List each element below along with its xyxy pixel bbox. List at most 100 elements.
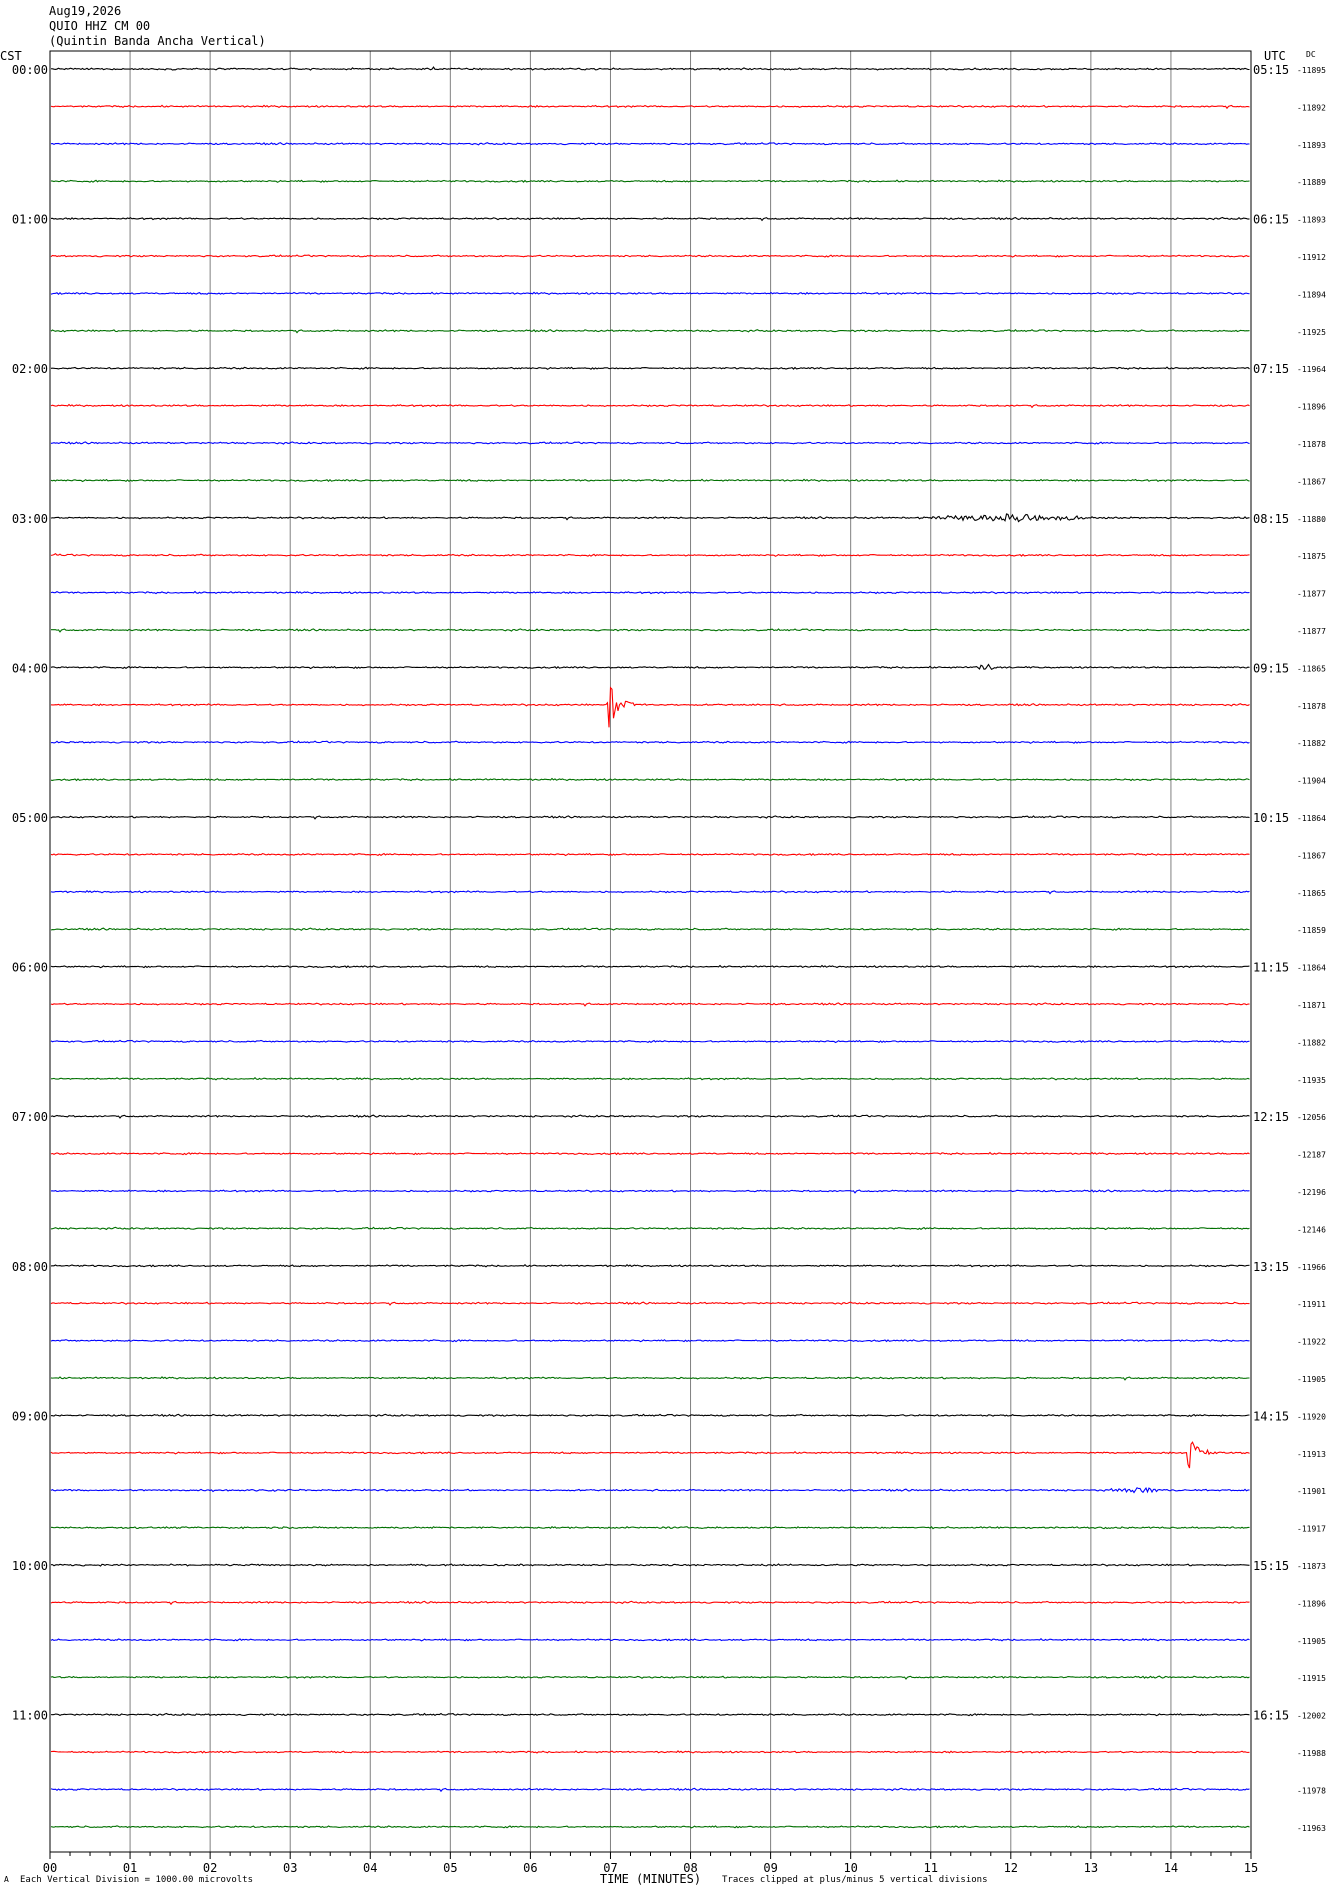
dc-value-label: -11871 [1297, 1001, 1326, 1010]
utc-hour-label: 11:15 [1253, 961, 1289, 975]
cst-hour-label: 06:00 [12, 961, 48, 975]
utc-hour-label: 16:15 [1253, 1709, 1289, 1723]
trace-line [50, 1226, 1250, 1231]
dc-value-label: -11889 [1297, 178, 1326, 187]
cst-hour-label: 02:00 [12, 362, 48, 376]
utc-hour-label: 10:15 [1253, 811, 1289, 825]
trace-line [50, 1525, 1250, 1530]
cst-hour-label: 10:00 [12, 1559, 48, 1573]
dc-value-label: -11964 [1297, 365, 1326, 374]
trace-line [50, 441, 1250, 445]
utc-hour-label: 05:15 [1253, 63, 1289, 77]
trace-line [50, 1189, 1250, 1194]
x-tick-label: 01 [123, 1861, 137, 1875]
trace-line [50, 179, 1250, 183]
trace-line [50, 1263, 1250, 1268]
trace-line [50, 889, 1250, 895]
cst-hour-label: 05:00 [12, 811, 48, 825]
x-tick-label: 06 [523, 1861, 537, 1875]
dc-value-label: -11920 [1297, 1412, 1326, 1421]
dc-value-label: -11882 [1297, 1038, 1326, 1047]
utc-hour-label: 15:15 [1253, 1559, 1289, 1573]
x-tick-label: 05 [443, 1861, 457, 1875]
x-tick-label: 12 [1004, 1861, 1018, 1875]
trace-line [50, 590, 1250, 595]
trace-line [50, 1441, 1250, 1469]
cst-axis-label: CST [0, 49, 22, 63]
dc-value-label: -11877 [1297, 627, 1326, 636]
dc-axis-label: DC [1306, 50, 1316, 59]
trace-line [50, 513, 1250, 523]
dc-value-label: -11925 [1297, 328, 1326, 337]
dc-value-label: -11893 [1297, 216, 1326, 225]
trace-line [50, 104, 1250, 110]
scale-note: Each Vertical Division = 1000.00 microvo… [20, 1875, 253, 1885]
cst-hour-label: 03:00 [12, 512, 48, 526]
x-tick-label: 09 [763, 1861, 777, 1875]
trace-line [50, 328, 1250, 334]
trace-line [50, 1151, 1250, 1156]
trace-line [50, 1039, 1250, 1044]
trace-line [50, 628, 1250, 633]
cst-hour-label: 07:00 [12, 1110, 48, 1124]
dc-value-label: -11894 [1297, 290, 1326, 299]
dc-value-label: -11963 [1297, 1824, 1326, 1833]
x-tick-label: 00 [43, 1861, 57, 1875]
dc-value-label: -11880 [1297, 515, 1326, 524]
trace-line [50, 1376, 1250, 1381]
trace-line [50, 1825, 1250, 1829]
trace-line [50, 1600, 1250, 1606]
x-tick-label: 11 [924, 1861, 938, 1875]
trace-line [50, 1076, 1250, 1081]
utc-axis-label: UTC [1264, 49, 1286, 63]
dc-value-label: -12056 [1297, 1113, 1326, 1122]
dc-value-label: -11893 [1297, 141, 1326, 150]
plot-frame [49, 50, 1252, 1853]
trace-line [50, 552, 1250, 557]
trace-line [50, 1675, 1250, 1680]
cst-hour-label: 01:00 [12, 213, 48, 227]
dc-value-label: -11896 [1297, 1599, 1326, 1608]
x-tick-label: 15 [1244, 1861, 1258, 1875]
dc-value-label: -11878 [1297, 440, 1326, 449]
dc-value-label: -12002 [1297, 1712, 1326, 1721]
dc-value-label: -11913 [1297, 1450, 1326, 1459]
dc-value-label: -12187 [1297, 1151, 1326, 1160]
dc-value-label: -11864 [1297, 814, 1326, 823]
trace-line [50, 1750, 1250, 1754]
corner-mark: A [4, 1875, 9, 1884]
dc-value-label: -11865 [1297, 664, 1326, 673]
dc-value-label: -11892 [1297, 103, 1326, 112]
x-tick-label: 04 [363, 1861, 377, 1875]
utc-hour-label: 07:15 [1253, 362, 1289, 376]
dc-value-label: -11988 [1297, 1749, 1326, 1758]
trace-line [50, 1002, 1250, 1007]
x-tick-label: 14 [1164, 1861, 1178, 1875]
trace-line [50, 777, 1250, 782]
trace-line [50, 964, 1250, 969]
trace-line [50, 1486, 1250, 1494]
trace-line [50, 254, 1250, 258]
trace-line [50, 1563, 1250, 1567]
cst-hour-label: 04:00 [12, 661, 48, 675]
x-axis-title: TIME (MINUTES) [600, 1872, 701, 1886]
trace-line [50, 216, 1250, 222]
trace-line [50, 1712, 1250, 1717]
dc-value-label: -11867 [1297, 851, 1326, 860]
dc-value-label: -11905 [1297, 1637, 1326, 1646]
dc-value-label: -11864 [1297, 964, 1326, 973]
dc-value-label: -11904 [1297, 777, 1326, 786]
utc-hour-label: 09:15 [1253, 661, 1289, 675]
grid-layer [49, 50, 1252, 1853]
trace-line [50, 1787, 1250, 1793]
cst-hour-label: 00:00 [12, 63, 48, 77]
dc-value-label: -11911 [1297, 1300, 1326, 1309]
trace-line [50, 291, 1250, 296]
dc-value-label: -12146 [1297, 1225, 1326, 1234]
dc-value-label: -11905 [1297, 1375, 1326, 1384]
dc-value-label: -11896 [1297, 403, 1326, 412]
x-tick-label: 02 [203, 1861, 217, 1875]
x-tick-label: 13 [1084, 1861, 1098, 1875]
trace-line [50, 1301, 1250, 1306]
trace-line [50, 686, 1250, 728]
